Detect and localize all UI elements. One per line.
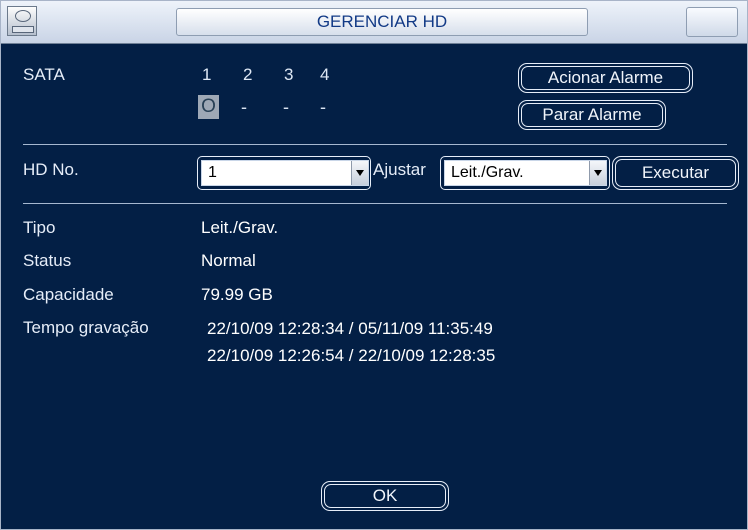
capacity-label: Capacidade — [23, 285, 114, 304]
status-value: Normal — [201, 251, 256, 270]
hd-number-value: 1 — [208, 164, 217, 181]
window-title: GERENCIAR HD — [176, 8, 588, 36]
title-action-button[interactable] — [686, 7, 738, 37]
hd-number-select[interactable]: 1 — [201, 160, 369, 186]
sata-label: SATA — [23, 65, 65, 84]
trigger-alarm-button[interactable]: Acionar Alarme — [518, 63, 693, 93]
record-time-label: Tempo gravação — [23, 318, 149, 337]
adjust-label: Ajustar — [373, 160, 426, 179]
hd-number-label: HD No. — [23, 160, 79, 179]
execute-label: Executar — [641, 163, 710, 182]
chevron-down-icon[interactable] — [351, 161, 368, 185]
title-bar: GERENCIAR HD — [1, 1, 747, 44]
sata-number-4: 4 — [320, 65, 330, 84]
type-value: Leit./Grav. — [201, 218, 279, 237]
type-label: Tipo — [23, 218, 56, 237]
status-label: Status — [23, 251, 72, 270]
divider-top — [23, 144, 727, 145]
sata-number-3: 3 — [284, 65, 294, 84]
sata-number-2: 2 — [243, 65, 253, 84]
stop-alarm-button[interactable]: Parar Alarme — [518, 100, 666, 130]
ok-label: OK — [372, 486, 398, 505]
chevron-down-icon[interactable] — [589, 161, 606, 185]
mode-value: Leit./Grav. — [451, 164, 524, 181]
ok-button[interactable]: OK — [321, 481, 449, 511]
hd-management-window: GERENCIAR HD SATA 1 2 3 4 O - - - Aciona… — [0, 0, 748, 530]
trigger-alarm-label: Acionar Alarme — [547, 68, 664, 87]
stop-alarm-label: Parar Alarme — [542, 105, 642, 124]
execute-button[interactable]: Executar — [612, 156, 739, 190]
sata-status-4: - — [320, 97, 326, 117]
sata-number-1: 1 — [202, 65, 212, 84]
capacity-value: 79.99 GB — [201, 285, 273, 304]
sata-status-1[interactable]: O — [198, 95, 219, 119]
mode-select[interactable]: Leit./Grav. — [444, 160, 607, 186]
sata-status-2: - — [241, 97, 247, 117]
hdd-icon — [7, 6, 37, 36]
divider-middle — [23, 203, 727, 204]
sata-status-3: - — [283, 97, 289, 117]
record-time-1: 22/10/09 12:28:34 / 05/11/09 11:35:49 — [207, 319, 493, 338]
record-time-2: 22/10/09 12:26:54 / 22/10/09 12:28:35 — [207, 346, 496, 365]
